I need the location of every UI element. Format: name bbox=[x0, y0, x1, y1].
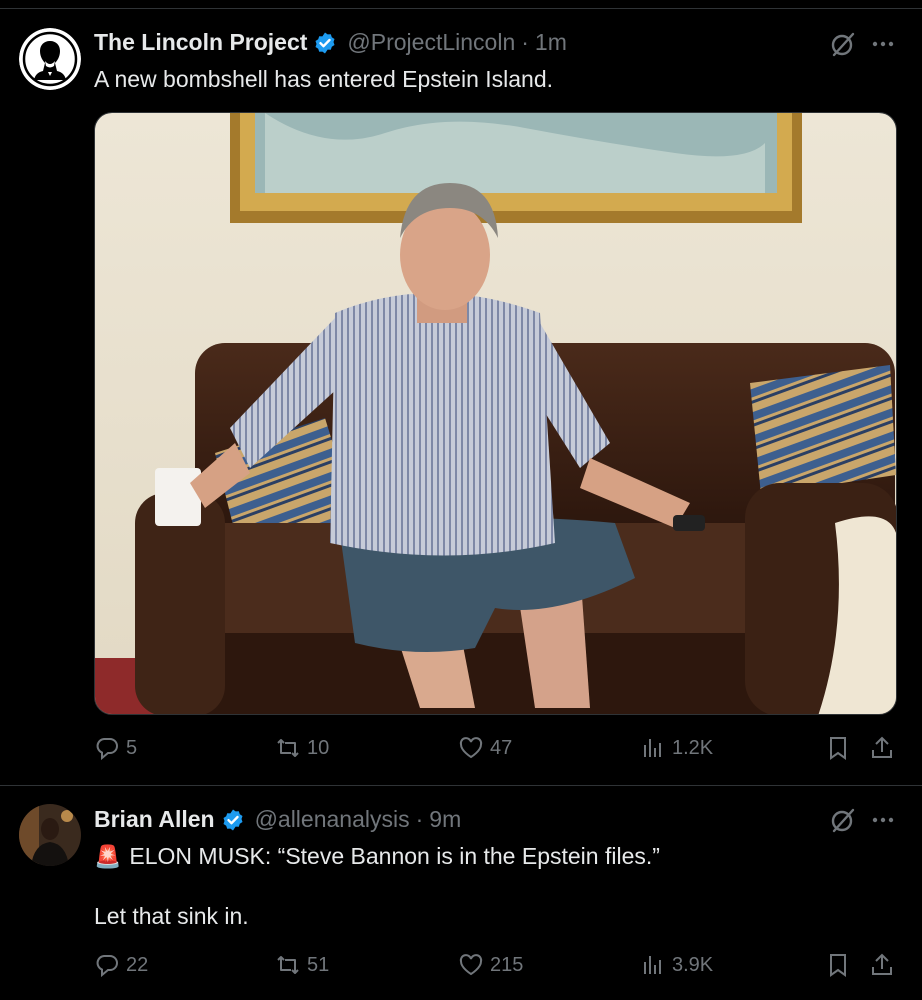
repost-button[interactable]: 10 bbox=[275, 735, 329, 761]
reply-icon bbox=[96, 955, 118, 978]
verified-badge-icon bbox=[315, 32, 335, 53]
reply-button[interactable]: 5 bbox=[94, 735, 137, 761]
views-button[interactable]: 3.9K bbox=[640, 952, 713, 978]
grok-icon[interactable] bbox=[829, 806, 857, 834]
lincoln-portrait-avatar[interactable] bbox=[19, 28, 81, 90]
view-count: 3.9K bbox=[672, 953, 714, 976]
author-name[interactable]: The Lincoln Project bbox=[94, 29, 307, 56]
tweet-brian-allen[interactable]: Brian Allen @allenanalysis · 9m 🚨 ELON MU… bbox=[0, 786, 922, 1000]
person-photo-avatar[interactable] bbox=[19, 804, 81, 866]
tweet-photo[interactable] bbox=[94, 112, 897, 715]
views-button[interactable]: 1.2K bbox=[640, 735, 713, 761]
tweet-text-line-1: 🚨 ELON MUSK: “Steve Bannon is in the Epst… bbox=[94, 843, 660, 870]
share-button[interactable] bbox=[869, 952, 895, 978]
share-icon bbox=[872, 736, 892, 758]
heart-icon bbox=[459, 737, 483, 759]
photo-man-on-sofa bbox=[95, 113, 896, 714]
repost-count: 10 bbox=[307, 736, 330, 759]
repost-icon bbox=[277, 739, 299, 757]
author-handle[interactable]: @allenanalysis bbox=[255, 806, 410, 833]
separator-dot: · bbox=[415, 806, 424, 832]
tweet-actions: 22 51 215 3.9K bbox=[94, 952, 897, 982]
reply-count: 22 bbox=[126, 953, 149, 976]
tweet-actions: 5 10 47 1.2K bbox=[94, 735, 897, 765]
like-count: 47 bbox=[490, 736, 513, 759]
author-handle[interactable]: @ProjectLincoln bbox=[347, 29, 515, 56]
tweet-header: The Lincoln Project @ProjectLincoln · 1m bbox=[94, 29, 567, 56]
author-name[interactable]: Brian Allen bbox=[94, 806, 215, 833]
share-button[interactable] bbox=[869, 735, 895, 761]
tweet-text: A new bombshell has entered Epstein Isla… bbox=[94, 66, 554, 92]
bookmark-icon bbox=[830, 954, 846, 977]
reply-count: 5 bbox=[126, 736, 138, 759]
grok-icon[interactable] bbox=[829, 30, 857, 58]
reply-button[interactable]: 22 bbox=[94, 952, 148, 978]
tweet-text: ELON MUSK: “Steve Bannon is in the Epste… bbox=[129, 843, 660, 869]
repost-button[interactable]: 51 bbox=[275, 952, 329, 978]
timestamp[interactable]: 1m bbox=[535, 29, 567, 56]
like-count: 215 bbox=[490, 953, 524, 976]
tweet-text-line-2: Let that sink in. bbox=[94, 903, 249, 929]
tweet-header: Brian Allen @allenanalysis · 9m bbox=[94, 806, 461, 833]
bookmark-icon bbox=[830, 737, 846, 760]
repost-icon bbox=[277, 956, 299, 974]
views-icon bbox=[644, 739, 661, 757]
heart-icon bbox=[459, 954, 483, 976]
like-button[interactable]: 47 bbox=[458, 735, 512, 761]
more-options-icon[interactable] bbox=[869, 30, 897, 58]
share-icon bbox=[872, 953, 892, 975]
verified-badge-icon bbox=[223, 809, 243, 830]
reply-icon bbox=[96, 738, 118, 761]
tweet-lincoln-project[interactable]: The Lincoln Project @ProjectLincoln · 1m… bbox=[0, 0, 922, 785]
separator-dot: · bbox=[521, 29, 529, 55]
views-icon bbox=[644, 956, 661, 974]
like-button[interactable]: 215 bbox=[458, 952, 523, 978]
bookmark-button[interactable] bbox=[825, 952, 851, 978]
siren-emoji: 🚨 bbox=[94, 844, 122, 869]
timestamp[interactable]: 9m bbox=[429, 806, 461, 833]
view-count: 1.2K bbox=[672, 736, 714, 759]
bookmark-button[interactable] bbox=[825, 735, 851, 761]
repost-count: 51 bbox=[307, 953, 330, 976]
more-options-icon[interactable] bbox=[869, 806, 897, 834]
